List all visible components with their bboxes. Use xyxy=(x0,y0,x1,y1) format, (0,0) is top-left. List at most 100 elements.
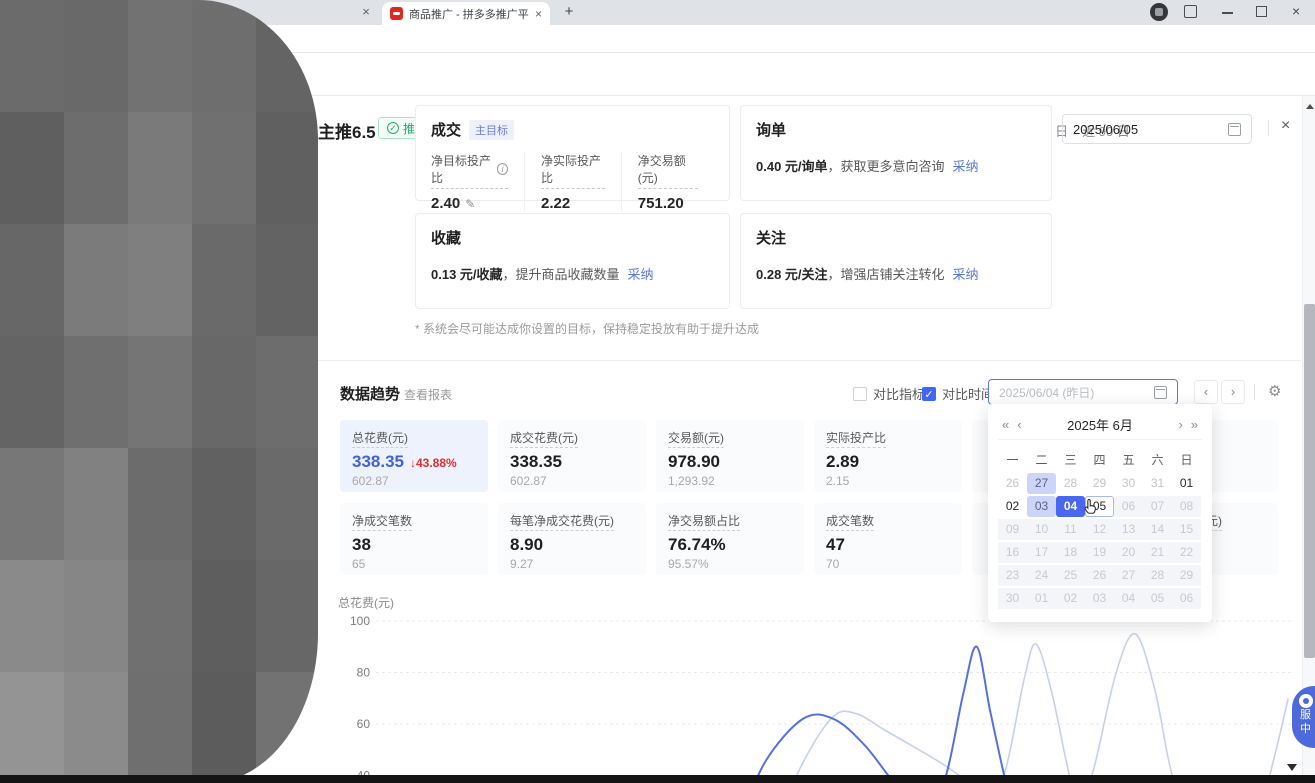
favorite-adopt-link[interactable]: 采纳 xyxy=(628,267,654,282)
calendar-day-21: 21 xyxy=(1143,542,1172,563)
calendar-day-04: 04 xyxy=(1114,588,1143,609)
calendar-day-22: 22 xyxy=(1172,542,1201,563)
mosaic-cell xyxy=(256,672,318,783)
mosaic-cell xyxy=(128,336,192,448)
mosaic-cell xyxy=(256,560,318,672)
service-label-char: 服 xyxy=(1300,709,1311,722)
edit-pencil-icon[interactable]: ✎ xyxy=(465,197,475,211)
metric-tile-label: 实际投产比 xyxy=(826,429,886,448)
chart-y-tick: 100 xyxy=(350,614,370,628)
compare-date-input[interactable]: 2025/06/04 (昨日) xyxy=(988,379,1178,405)
deal-metric-value: 2.40✎ xyxy=(431,195,508,212)
mosaic-cell xyxy=(0,672,64,783)
metric-tile-value: 38 xyxy=(352,535,371,555)
calendar-day-09: 09 xyxy=(998,519,1027,540)
info-icon[interactable]: i xyxy=(497,163,508,175)
calendar-day-17: 17 xyxy=(1027,542,1056,563)
calendar-day-30[interactable]: 30 xyxy=(1114,473,1143,494)
metric-tile[interactable]: 实际投产比2.892.15 xyxy=(814,420,962,492)
compare-date-next-button[interactable]: › xyxy=(1221,380,1245,404)
gear-icon[interactable]: ⚙ xyxy=(1268,382,1281,400)
metric-tile-value-row: 978.90 xyxy=(668,452,792,472)
page-scrollbar[interactable] xyxy=(1302,96,1315,775)
metric-tile[interactable]: 成交笔数4770 xyxy=(814,503,962,575)
calendar-day-26[interactable]: 26 xyxy=(998,473,1027,494)
tab-preview-icon[interactable] xyxy=(1184,5,1197,18)
metric-tile-compare-value: 70 xyxy=(826,557,950,571)
scroll-down-icon[interactable] xyxy=(1287,764,1297,771)
mosaic-cell xyxy=(64,448,128,560)
view-report-link[interactable]: 查看报表 xyxy=(404,386,452,403)
metric-tile[interactable]: 交易额(元)978.901,293.92 xyxy=(656,420,804,492)
follow-adopt-link[interactable]: 采纳 xyxy=(953,267,979,282)
compare-time-checkbox[interactable]: ✓ xyxy=(922,387,936,401)
metric-tile-value-row: 76.74% xyxy=(668,535,792,555)
calendar-day-28: 28 xyxy=(1143,565,1172,586)
calendar-day-26: 26 xyxy=(1085,565,1114,586)
calendar-day-02[interactable]: 02 xyxy=(998,496,1027,517)
deal-metric: 净实际投产比2.22 xyxy=(524,152,621,212)
metric-tile[interactable]: 每笔净成交花费(元)8.909.27 xyxy=(498,503,646,575)
date-picker-input[interactable]: 2025/06/05 xyxy=(1062,114,1252,144)
window-minimize-button[interactable] xyxy=(1222,12,1233,14)
profile-avatar[interactable] xyxy=(1150,3,1168,21)
previous-tab-close-icon[interactable]: × xyxy=(358,4,374,20)
mosaic-cell xyxy=(192,336,256,448)
window-maximize-button[interactable] xyxy=(1256,6,1267,17)
metric-tile-compare-value: 9.27 xyxy=(510,557,634,571)
window-close-button[interactable]: × xyxy=(1292,3,1300,19)
mosaic-cell xyxy=(128,672,192,783)
metric-tile[interactable]: 净成交笔数3865 xyxy=(340,503,488,575)
mosaic-cell xyxy=(64,672,128,783)
calendar-day-12: 12 xyxy=(1085,519,1114,540)
calendar-day-29[interactable]: 29 xyxy=(1085,473,1114,494)
calendar-weekday: 一 xyxy=(998,448,1027,472)
calendar-weekday: 二 xyxy=(1027,448,1056,472)
calendar-next-year-icon[interactable]: » xyxy=(1187,417,1202,432)
calendar-day-04[interactable]: 04 xyxy=(1056,496,1085,517)
trend-section-title: 数据趋势 xyxy=(340,383,400,404)
calendar-day-01[interactable]: 01 xyxy=(1172,473,1201,494)
deal-metric-value: 2.22 xyxy=(541,195,605,212)
chart-y-tick: 80 xyxy=(357,666,371,680)
calendar-next-month-icon[interactable]: › xyxy=(1174,417,1186,432)
calendar-day-27[interactable]: 27 xyxy=(1027,473,1056,494)
active-tab[interactable]: 商品推广 - 拼多多推广平台 × xyxy=(382,2,550,25)
favorite-card-title: 收藏 xyxy=(431,227,461,248)
bottom-black-bar xyxy=(0,775,1315,783)
metric-tile[interactable]: 净交易额占比76.74%95.57% xyxy=(656,503,804,575)
metric-tile[interactable]: 成交花费(元)338.35602.87 xyxy=(498,420,646,492)
calendar-icon xyxy=(1228,123,1241,136)
calendar-day-28[interactable]: 28 xyxy=(1056,473,1085,494)
section-divider xyxy=(318,360,1301,361)
goal-footnote: * 系统会尽可能达成你设置的目标，保持稳定投放有助于提升达成 xyxy=(415,320,759,337)
compare-time-control[interactable]: ✓ 对比时间 xyxy=(922,384,994,403)
mosaic-cell xyxy=(0,560,64,672)
calendar-prev-year-icon[interactable]: « xyxy=(998,417,1013,432)
metric-tile-compare-value: 95.57% xyxy=(668,557,792,571)
calendar-prev-month-icon[interactable]: ‹ xyxy=(1013,417,1025,432)
drawer-close-icon[interactable]: × xyxy=(1281,117,1290,135)
mouse-hand-cursor xyxy=(1082,498,1098,516)
inquiry-adopt-link[interactable]: 采纳 xyxy=(953,159,979,174)
deal-metric-label: 净交易额(元) xyxy=(638,152,698,189)
scrollbar-thumb[interactable] xyxy=(1304,304,1315,658)
compare-date-prev-button[interactable]: ‹ xyxy=(1194,380,1218,404)
compare-metric-control[interactable]: 对比指标 xyxy=(853,384,925,403)
new-tab-button[interactable]: + xyxy=(560,3,578,21)
calendar-day-20: 20 xyxy=(1114,542,1143,563)
metric-tile[interactable]: 总花费(元)338.35↓43.88%602.87 xyxy=(340,420,488,492)
calendar-day-27: 27 xyxy=(1114,565,1143,586)
mosaic-cell xyxy=(192,0,256,112)
calendar-weekday: 日 xyxy=(1172,448,1201,472)
calendar-day-10: 10 xyxy=(1027,519,1056,540)
customer-service-widget[interactable]: 服 中 xyxy=(1292,686,1315,748)
scroll-up-icon[interactable] xyxy=(1306,104,1314,109)
calendar-weekday: 五 xyxy=(1114,448,1143,472)
metric-tile-value: 8.90 xyxy=(510,535,543,555)
tab-close-icon[interactable]: × xyxy=(535,7,542,21)
calendar-day-31[interactable]: 31 xyxy=(1143,473,1172,494)
compare-metric-checkbox[interactable] xyxy=(853,387,867,401)
calendar-day-03[interactable]: 03 xyxy=(1027,496,1056,517)
calendar-weekday: 三 xyxy=(1056,448,1085,472)
